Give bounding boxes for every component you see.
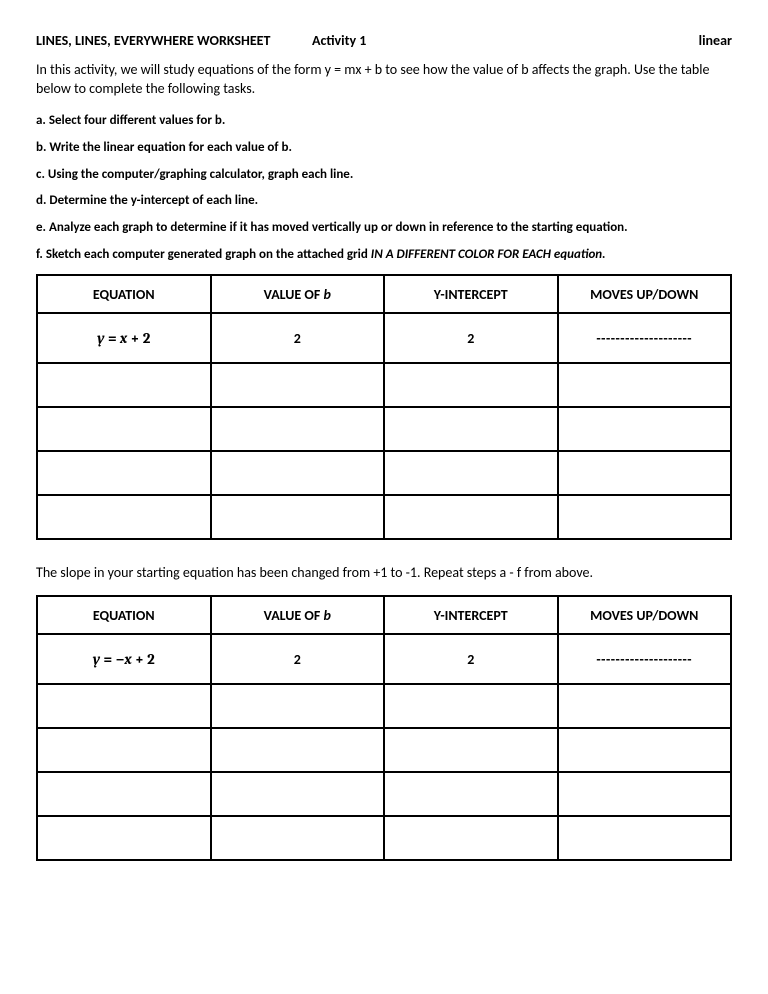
table-row: y = x + 2 2 2 -------------------- [37, 313, 731, 363]
table-row: y = −x + 2 2 2 -------------------- [37, 634, 731, 684]
task-a: a. Select four different values for b. [36, 113, 732, 130]
eq-equals: = [100, 650, 115, 668]
task-c: c. Using the computer/graphing calculato… [36, 167, 732, 184]
cell-yint: 2 [384, 634, 558, 684]
mid-paragraph: The slope in your starting equation has … [36, 564, 732, 581]
topic-label: linear [699, 32, 732, 49]
table-row [37, 816, 731, 860]
th-value-b-prefix: VALUE OF [264, 607, 324, 624]
th-value-b: VALUE OF b [211, 596, 385, 634]
eq-plus-2: + 2 [132, 650, 155, 668]
cell-yint: 2 [384, 313, 558, 363]
th-value-b-letter: b [323, 607, 330, 624]
intro-paragraph: In this activity, we will study equation… [36, 61, 732, 99]
task-e: e. Analyze each graph to determine if it… [36, 220, 732, 237]
th-moves: MOVES UP/DOWN [558, 275, 732, 313]
header-row: LINES, LINES, EVERYWHERE WORKSHEET Activ… [36, 32, 732, 49]
eq-plus-2: + 2 [127, 329, 150, 347]
table-row [37, 495, 731, 539]
task-f: f. Sketch each computer generated graph … [36, 247, 732, 264]
th-yintercept: Y-INTERCEPT [384, 596, 558, 634]
table-row [37, 363, 731, 407]
th-value-b-prefix: VALUE OF [264, 286, 324, 303]
task-f-emph: IN A DIFFERENT COLOR FOR EACH equation. [371, 247, 606, 262]
eq-x: x [124, 650, 131, 668]
eq-equals: = [105, 329, 120, 347]
cell-equation: y = x + 2 [37, 313, 211, 363]
th-moves: MOVES UP/DOWN [558, 596, 732, 634]
task-list: a. Select four different values for b. b… [36, 113, 732, 264]
task-d: d. Determine the y-intercept of each lin… [36, 193, 732, 210]
th-value-b: VALUE OF b [211, 275, 385, 313]
th-yintercept: Y-INTERCEPT [384, 275, 558, 313]
cell-value-b: 2 [211, 313, 385, 363]
table-1: EQUATION VALUE OF b Y-INTERCEPT MOVES UP… [36, 274, 732, 540]
task-f-prefix: f. Sketch each computer generated graph … [36, 247, 371, 262]
table-2: EQUATION VALUE OF b Y-INTERCEPT MOVES UP… [36, 595, 732, 861]
eq-y: y [97, 329, 104, 347]
cell-moves: -------------------- [558, 313, 732, 363]
table-row [37, 772, 731, 816]
table-row [37, 451, 731, 495]
cell-equation: y = −x + 2 [37, 634, 211, 684]
th-equation: EQUATION [37, 275, 211, 313]
table-row [37, 684, 731, 728]
th-value-b-letter: b [323, 286, 330, 303]
cell-moves: -------------------- [558, 634, 732, 684]
table-row [37, 728, 731, 772]
table-row [37, 407, 731, 451]
activity-label: Activity 1 [312, 32, 366, 49]
th-equation: EQUATION [37, 596, 211, 634]
cell-value-b: 2 [211, 634, 385, 684]
worksheet-title: LINES, LINES, EVERYWHERE WORKSHEET [36, 32, 270, 49]
task-b: b. Write the linear equation for each va… [36, 140, 732, 157]
eq-y: y [93, 650, 100, 668]
